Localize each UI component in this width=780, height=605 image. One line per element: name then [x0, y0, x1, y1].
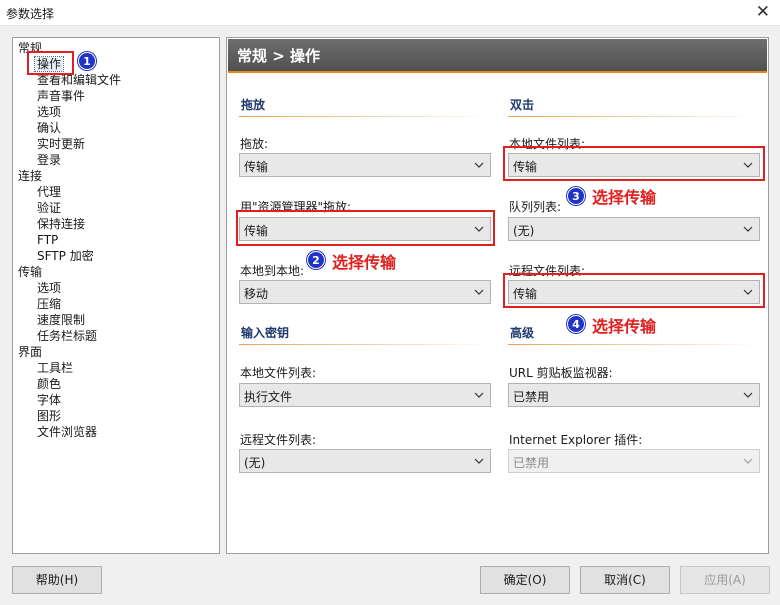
tree-item-sound-events[interactable]: 声音事件 — [37, 89, 85, 103]
title-bar: 参数选择 ✕ — [0, 0, 780, 26]
tree-item-confirm[interactable]: 确认 — [37, 121, 61, 135]
local-to-local-label: 本地到本地: — [240, 264, 305, 278]
explorer-drag-label: 用"资源管理器"拖放: — [240, 200, 352, 214]
tree-item-toolbar[interactable]: 工具栏 — [37, 361, 73, 375]
key-local-list-select[interactable]: 执行文件 — [239, 383, 491, 407]
ie-plugin-label: Internet Explorer 插件: — [509, 433, 643, 447]
drag-label: 拖放: — [240, 137, 269, 151]
chevron-down-icon — [743, 226, 753, 232]
tree-item-keepalive[interactable]: 保持连接 — [37, 217, 85, 231]
chevron-down-icon — [474, 289, 484, 295]
tree-item-colors[interactable]: 颜色 — [37, 377, 61, 391]
dbl-local-list-select[interactable]: 传输 — [508, 153, 760, 177]
url-monitor-label: URL 剪贴板监视器: — [509, 366, 613, 380]
section-divider — [239, 344, 489, 345]
chevron-down-icon — [743, 289, 753, 295]
explorer-drag-select[interactable]: 传输 — [239, 217, 491, 241]
tree-item-taskbar-title[interactable]: 任务栏标题 — [37, 329, 97, 343]
section-divider — [239, 116, 489, 117]
tree-item-graphics[interactable]: 图形 — [37, 409, 61, 423]
callout-3: 选择传输 — [592, 188, 657, 207]
tree-item-proxy[interactable]: 代理 — [37, 185, 61, 199]
dbl-remote-list-label: 远程文件列表: — [509, 264, 586, 278]
queue-list-select[interactable]: (无) — [508, 217, 760, 241]
close-icon[interactable]: ✕ — [756, 2, 770, 22]
ok-button[interactable]: 确定(O) — [480, 566, 570, 594]
explorer-drag-value: 传输 — [244, 224, 269, 238]
ie-plugin-select: 已禁用 — [508, 449, 760, 473]
ie-plugin-value: 已禁用 — [513, 456, 550, 470]
dbl-local-list-value: 传输 — [513, 160, 538, 174]
dbl-remote-list-value: 传输 — [513, 287, 538, 301]
chevron-down-icon — [743, 392, 753, 398]
tree-item-connection[interactable]: 连接 — [18, 169, 42, 183]
tree-item-view-edit-files[interactable]: 查看和编辑文件 — [37, 73, 121, 87]
tree-item-sftp-encryption[interactable]: SFTP 加密 — [37, 249, 94, 263]
tree-item-transfer-options[interactable]: 选项 — [37, 281, 61, 295]
settings-panel: 常规 > 操作 拖放 双击 拖放: 传输 用"资源管理器"拖放: 传输 本地到本… — [226, 37, 769, 554]
queue-list-value: (无) — [513, 224, 535, 238]
category-tree[interactable]: 常规 操作 查看和编辑文件 声音事件 选项 确认 实时更新 登录 连接 代理 验… — [12, 37, 220, 554]
tree-item-speed-limit[interactable]: 速度限制 — [37, 313, 85, 327]
step-badge-2: 2 — [307, 251, 325, 269]
chevron-down-icon — [743, 458, 753, 464]
step-badge-3: 3 — [567, 187, 585, 205]
step-badge-1: 1 — [78, 52, 96, 70]
drag-select-value: 传输 — [244, 160, 269, 174]
key-remote-list-value: (无) — [244, 456, 266, 470]
section-divider — [508, 116, 758, 117]
page-title: 常规 > 操作 — [237, 47, 321, 65]
url-monitor-value: 已禁用 — [513, 390, 550, 404]
section-double-click: 双击 — [510, 98, 535, 112]
tree-item-transfer[interactable]: 传输 — [18, 265, 42, 279]
key-remote-list-label: 远程文件列表: — [240, 433, 317, 447]
section-divider — [508, 344, 758, 345]
panel-header: 常规 > 操作 — [228, 39, 767, 73]
callout-4: 选择传输 — [592, 317, 657, 336]
key-local-list-value: 执行文件 — [244, 390, 293, 404]
queue-list-label: 队列列表: — [509, 200, 562, 214]
section-drag: 拖放 — [241, 98, 266, 112]
chevron-down-icon — [474, 226, 484, 232]
tree-item-interface[interactable]: 界面 — [18, 345, 42, 359]
section-input-key: 输入密钥 — [241, 326, 290, 340]
chevron-down-icon — [743, 162, 753, 168]
dbl-remote-list-select[interactable]: 传输 — [508, 280, 760, 304]
callout-2: 选择传输 — [332, 253, 397, 272]
tree-item-general-options[interactable]: 选项 — [37, 105, 61, 119]
key-local-list-label: 本地文件列表: — [240, 366, 317, 380]
help-button[interactable]: 帮助(H) — [12, 566, 102, 594]
tree-item-file-browser[interactable]: 文件浏览器 — [37, 425, 97, 439]
chevron-down-icon — [474, 162, 484, 168]
key-remote-list-select[interactable]: (无) — [239, 449, 491, 473]
url-monitor-select[interactable]: 已禁用 — [508, 383, 760, 407]
tree-item-auth[interactable]: 验证 — [37, 201, 61, 215]
tree-item-general[interactable]: 常规 — [18, 41, 42, 55]
tree-item-fonts[interactable]: 字体 — [37, 393, 61, 407]
tree-item-login[interactable]: 登录 — [37, 153, 61, 167]
chevron-down-icon — [474, 458, 484, 464]
dbl-local-list-label: 本地文件列表: — [509, 137, 586, 151]
tree-item-compression[interactable]: 压缩 — [37, 297, 61, 311]
window-title: 参数选择 — [6, 7, 55, 21]
local-to-local-value: 移动 — [244, 287, 269, 301]
section-advanced: 高级 — [510, 326, 535, 340]
apply-button: 应用(A) — [680, 566, 770, 594]
tree-item-operations[interactable]: 操作 — [33, 56, 65, 72]
tree-item-live-update[interactable]: 实时更新 — [37, 137, 85, 151]
cancel-button[interactable]: 取消(C) — [580, 566, 670, 594]
step-badge-4: 4 — [567, 315, 585, 333]
tree-item-ftp[interactable]: FTP — [37, 233, 58, 247]
drag-select[interactable]: 传输 — [239, 153, 491, 177]
chevron-down-icon — [474, 392, 484, 398]
local-to-local-select[interactable]: 移动 — [239, 280, 491, 304]
